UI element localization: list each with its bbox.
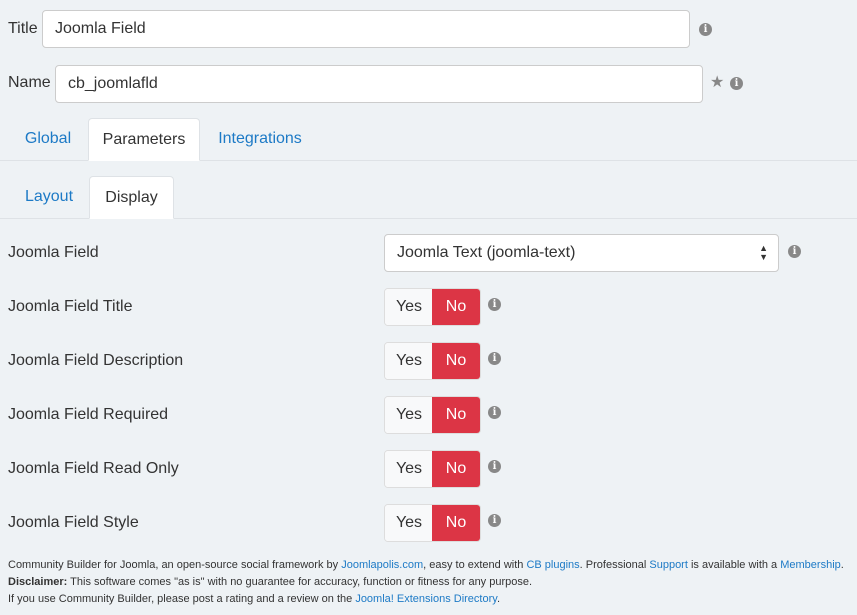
yes-button[interactable]: Yes <box>385 289 433 325</box>
joomla-field-title-info-icon[interactable]: i <box>488 298 501 311</box>
sub-tabs: Layout Display <box>0 176 857 219</box>
joomla-field-description-label: Joomla Field Description <box>8 352 184 369</box>
no-button[interactable]: No <box>432 289 480 325</box>
joomla-field-title-toggle: Yes No <box>384 288 481 326</box>
yes-button[interactable]: Yes <box>385 343 433 379</box>
joomla-field-style-info-icon[interactable]: i <box>488 514 501 527</box>
no-button[interactable]: No <box>432 451 480 487</box>
name-label: Name <box>8 74 51 91</box>
main-tabs: Global Parameters Integrations <box>0 118 857 161</box>
title-info-icon[interactable]: i <box>699 23 712 36</box>
footer-text: . <box>840 559 844 571</box>
joomla-field-title-label: Joomla Field Title <box>8 298 133 315</box>
joomla-field-style-label: Joomla Field Style <box>8 514 139 531</box>
footer-line-disclaimer: Disclaimer: This software comes "as is" … <box>8 576 532 588</box>
tab-layout[interactable]: Layout <box>10 176 88 218</box>
joomla-field-style-toggle: Yes No <box>384 504 481 542</box>
name-input[interactable]: cb_joomlafld <box>55 65 703 103</box>
joomla-field-read-only-label: Joomla Field Read Only <box>8 460 179 477</box>
title-label: Title <box>8 20 38 37</box>
joomla-field-description-info-icon[interactable]: i <box>488 352 501 365</box>
tab-integrations[interactable]: Integrations <box>203 118 317 160</box>
membership-link[interactable]: Membership <box>780 559 841 571</box>
yes-button[interactable]: Yes <box>385 505 433 541</box>
no-button[interactable]: No <box>432 397 480 433</box>
cb-plugins-link[interactable]: CB plugins <box>526 559 579 571</box>
joomla-field-read-only-info-icon[interactable]: i <box>488 460 501 473</box>
joomla-field-selected: Joomla Text (joomla-text) <box>397 244 576 261</box>
no-button[interactable]: No <box>432 505 480 541</box>
jed-link[interactable]: Joomla! Extensions Directory <box>355 593 497 605</box>
disclaimer-text: This software comes "as is" with no guar… <box>67 576 533 588</box>
tab-global[interactable]: Global <box>10 118 86 160</box>
select-arrows-icon: ▲ ▼ <box>759 243 768 262</box>
disclaimer-label: Disclaimer: <box>8 576 68 588</box>
joomla-field-required-label: Joomla Field Required <box>8 406 169 423</box>
joomla-field-required-info-icon[interactable]: i <box>488 406 501 419</box>
footer-text: If you use Community Builder, please pos… <box>8 593 356 605</box>
footer-text: . Professional <box>579 559 650 571</box>
footer-text: is available with a <box>687 559 781 571</box>
tab-display[interactable]: Display <box>89 176 174 219</box>
joomla-field-read-only-toggle: Yes No <box>384 450 481 488</box>
joomla-field-description-toggle: Yes No <box>384 342 481 380</box>
tab-parameters[interactable]: Parameters <box>88 118 200 161</box>
footer-text: , easy to extend with <box>423 559 527 571</box>
joomlapolis-link[interactable]: Joomlapolis.com <box>341 559 423 571</box>
footer-line-review: If you use Community Builder, please pos… <box>8 593 500 605</box>
support-link[interactable]: Support <box>649 559 688 571</box>
title-input[interactable]: Joomla Field <box>42 10 690 48</box>
name-info-icon[interactable]: i <box>730 77 743 90</box>
no-button[interactable]: No <box>432 343 480 379</box>
yes-button[interactable]: Yes <box>385 397 433 433</box>
joomla-field-label: Joomla Field <box>8 244 99 261</box>
joomla-field-required-toggle: Yes No <box>384 396 481 434</box>
star-icon: ★ <box>710 74 725 91</box>
joomla-field-select[interactable]: Joomla Text (joomla-text) ▲ ▼ <box>384 234 779 272</box>
footer-line-credits: Community Builder for Joomla, an open-so… <box>8 559 844 571</box>
yes-button[interactable]: Yes <box>385 451 433 487</box>
joomla-field-info-icon[interactable]: i <box>788 245 801 258</box>
footer-text: . <box>496 593 500 605</box>
footer-text: Community Builder for Joomla, an open-so… <box>8 559 342 571</box>
